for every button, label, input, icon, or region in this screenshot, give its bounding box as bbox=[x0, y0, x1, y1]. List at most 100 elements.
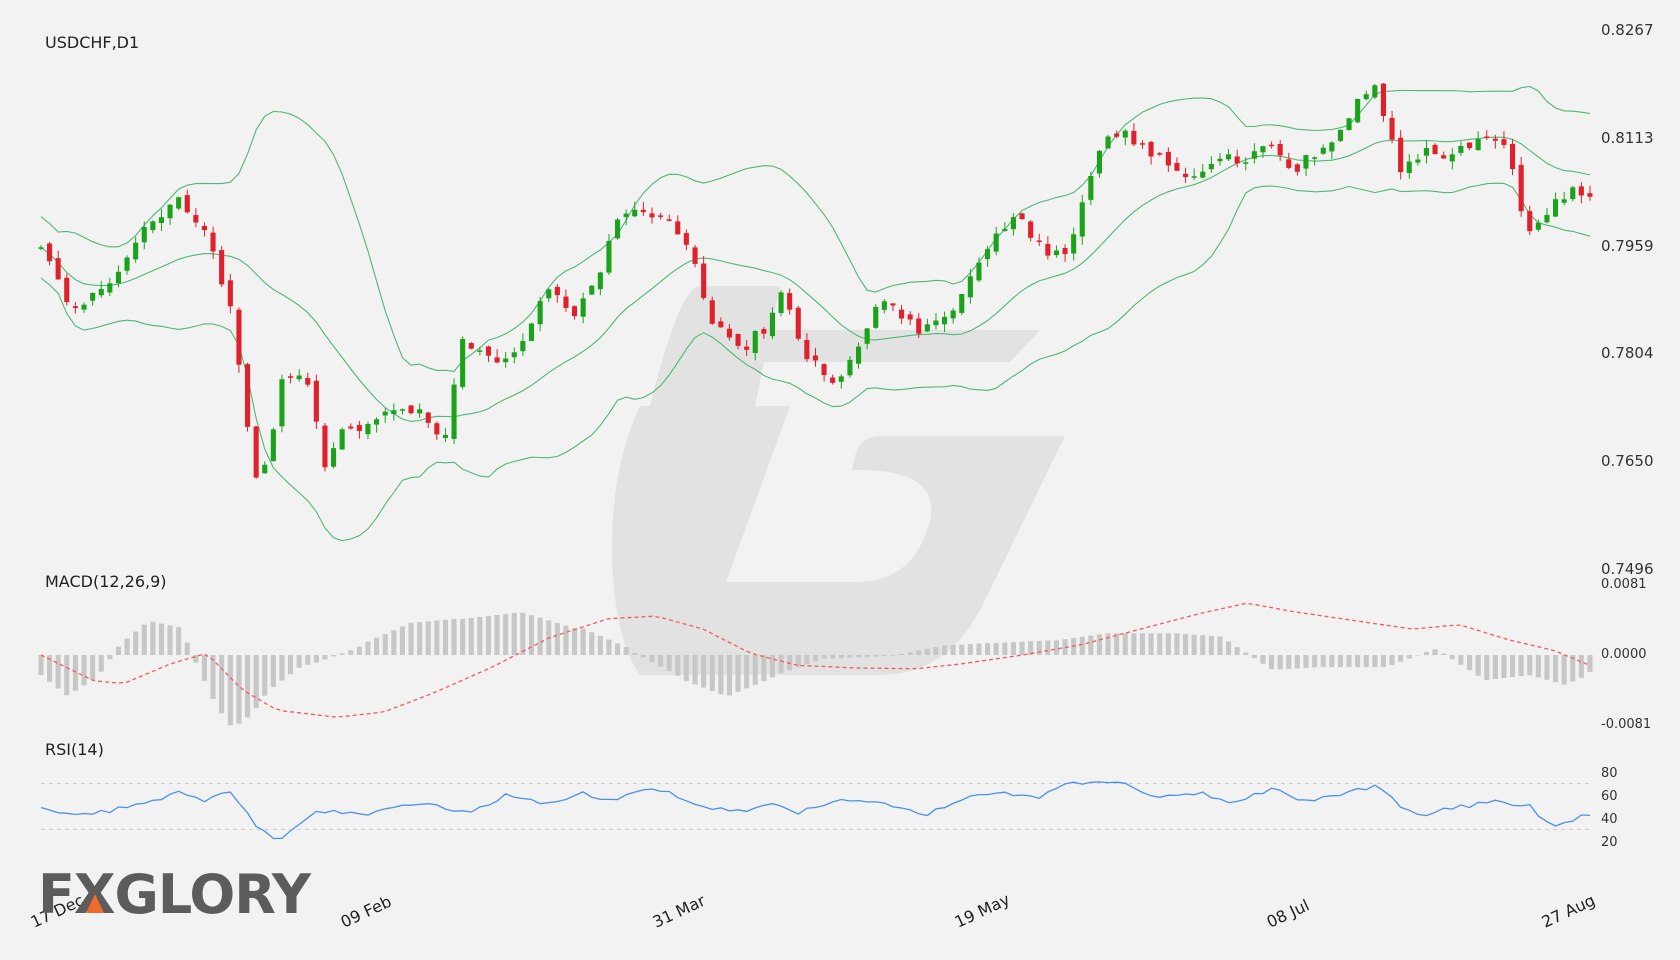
candle-body bbox=[253, 426, 259, 478]
candle bbox=[227, 274, 233, 314]
macd-hist-bar bbox=[1088, 635, 1094, 655]
macd-hist-bar bbox=[1535, 655, 1541, 678]
candle bbox=[55, 250, 61, 280]
macd-hist-bar bbox=[769, 655, 775, 678]
candle bbox=[1148, 140, 1154, 165]
candle-body bbox=[1234, 156, 1240, 164]
watermark-logo bbox=[611, 286, 1065, 675]
macd-panel-title: MACD(12,26,9) bbox=[45, 572, 167, 591]
candle-body bbox=[881, 301, 887, 310]
candle bbox=[873, 304, 879, 329]
candle bbox=[1157, 151, 1163, 157]
date-label: 19 May bbox=[952, 890, 1013, 932]
candle bbox=[1105, 134, 1111, 149]
macd-hist-bar bbox=[1553, 655, 1559, 683]
macd-hist-bar bbox=[528, 615, 534, 655]
candle-body bbox=[589, 285, 595, 295]
candle bbox=[1096, 150, 1102, 178]
candle bbox=[1406, 154, 1412, 179]
candle-body bbox=[623, 213, 629, 217]
macd-hist-bar bbox=[339, 653, 345, 655]
candle bbox=[1423, 140, 1429, 164]
candle-body bbox=[98, 288, 104, 296]
candle-body bbox=[1458, 146, 1464, 153]
candle bbox=[442, 427, 448, 443]
candle-body bbox=[1045, 243, 1051, 256]
candle bbox=[81, 302, 87, 313]
candle-body bbox=[1553, 199, 1559, 217]
date-label: 08 Jul bbox=[1264, 895, 1313, 931]
macd-tick: 0.0081 bbox=[1601, 577, 1647, 592]
candle-body bbox=[1303, 155, 1309, 169]
candle-body bbox=[442, 435, 448, 438]
candle bbox=[1415, 153, 1421, 166]
candle-body bbox=[1561, 199, 1567, 203]
candle-body bbox=[236, 309, 242, 365]
candle-body bbox=[726, 328, 732, 338]
macd-hist-bar bbox=[804, 655, 810, 665]
macd-hist-bar bbox=[838, 655, 844, 659]
candle bbox=[658, 212, 664, 220]
candle bbox=[184, 189, 190, 214]
macd-hist-bar bbox=[572, 628, 578, 655]
macd-hist-bar bbox=[554, 623, 560, 655]
macd-hist-bar bbox=[124, 638, 130, 655]
macd-hist-bar bbox=[365, 641, 371, 655]
candle-body bbox=[1002, 229, 1008, 231]
candle bbox=[262, 461, 268, 474]
macd-hist-bar bbox=[1346, 655, 1352, 668]
candle-body bbox=[1432, 144, 1438, 155]
candle bbox=[485, 345, 491, 362]
macd-hist-bar bbox=[1191, 634, 1197, 655]
candle-body bbox=[417, 409, 423, 414]
candle bbox=[1587, 185, 1593, 201]
candle-body bbox=[176, 197, 182, 209]
candle-body bbox=[933, 320, 939, 326]
candle bbox=[1200, 164, 1206, 179]
candle-body bbox=[81, 304, 87, 310]
macd-hist-bar bbox=[752, 655, 758, 685]
macd-hist-bar bbox=[1355, 655, 1361, 668]
macd-hist-bar bbox=[193, 655, 199, 663]
macd-hist-bar bbox=[812, 655, 818, 662]
macd-hist-bar bbox=[1269, 655, 1275, 670]
macd-hist-bar bbox=[1165, 633, 1171, 655]
candle bbox=[1277, 140, 1283, 161]
macd-hist-bar bbox=[881, 655, 887, 657]
candle-body bbox=[1251, 151, 1257, 159]
candle bbox=[1010, 212, 1016, 236]
candle bbox=[683, 229, 689, 251]
macd-hist-bar bbox=[1518, 655, 1524, 676]
candle-body bbox=[985, 249, 991, 260]
candle-body bbox=[1053, 250, 1059, 256]
candle-body bbox=[1148, 142, 1154, 157]
macd-hist-bar bbox=[520, 612, 526, 655]
candle bbox=[1071, 227, 1077, 261]
candle-body bbox=[1372, 85, 1378, 98]
candle-body bbox=[399, 409, 405, 411]
macd-hist-bar bbox=[761, 655, 767, 682]
macd-hist-bar bbox=[1561, 655, 1567, 685]
candle bbox=[305, 372, 311, 387]
candle bbox=[950, 307, 956, 324]
candle bbox=[1320, 144, 1326, 155]
candle-body bbox=[348, 426, 354, 429]
candle-body bbox=[847, 359, 853, 376]
candle-body bbox=[1449, 154, 1455, 162]
candle-body bbox=[572, 306, 578, 317]
macd-hist-bar bbox=[1096, 634, 1102, 655]
candle bbox=[141, 221, 147, 250]
candle-body bbox=[856, 346, 862, 364]
logo-text: FXGLORY bbox=[38, 863, 312, 926]
candle-body bbox=[830, 377, 836, 383]
price-tick: 0.7804 bbox=[1601, 344, 1654, 362]
macd-hist-bar bbox=[399, 626, 405, 655]
macd-hist-bar bbox=[356, 646, 362, 655]
macd-hist-bar bbox=[1139, 633, 1145, 655]
candle bbox=[1251, 143, 1257, 164]
candle-body bbox=[554, 287, 560, 296]
candle-body bbox=[141, 227, 147, 243]
macd-hist-bar bbox=[1467, 655, 1473, 671]
macd-hist-bar bbox=[374, 637, 380, 655]
macd-hist-bar bbox=[1398, 655, 1404, 662]
